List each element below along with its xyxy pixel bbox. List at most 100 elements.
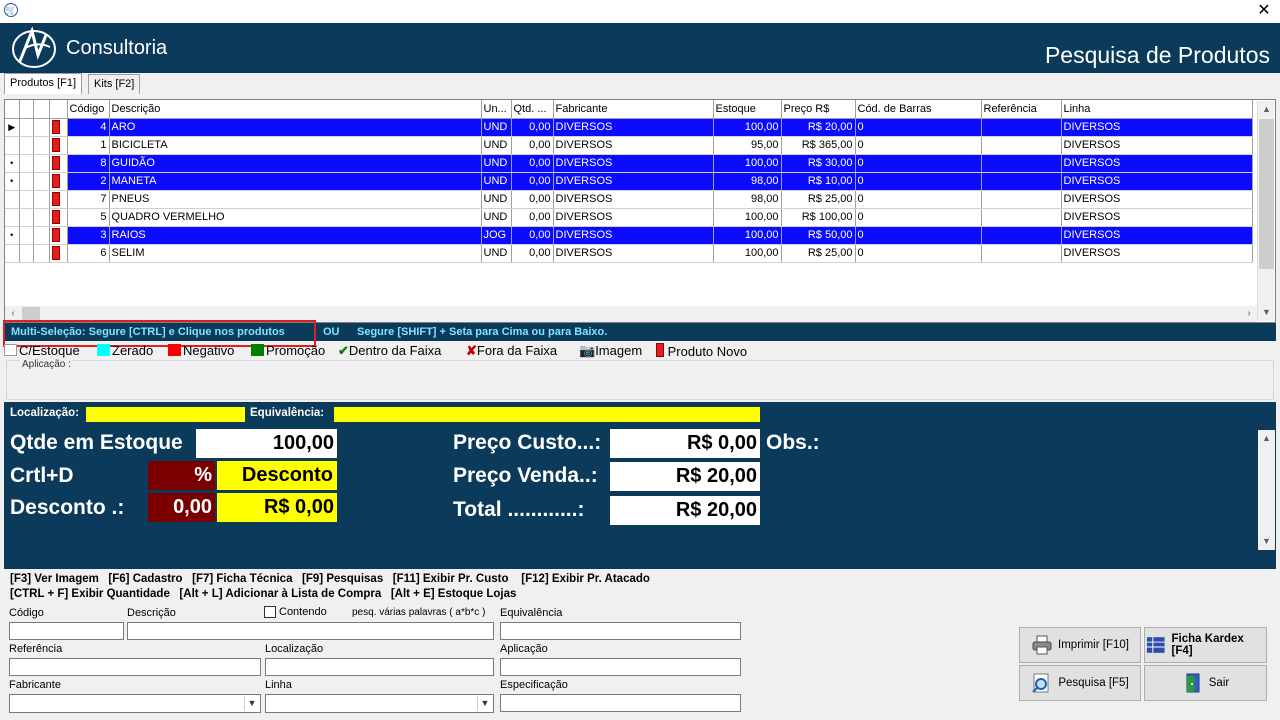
scroll-down-icon[interactable]: ▼ bbox=[1258, 533, 1275, 550]
scroll-right-icon[interactable]: › bbox=[1241, 306, 1257, 322]
especificacao-input[interactable] bbox=[500, 694, 741, 712]
cell-unidade: JOG bbox=[481, 226, 512, 245]
scroll-down-icon[interactable]: ▼ bbox=[1258, 304, 1275, 321]
referencia-input[interactable] bbox=[9, 658, 261, 676]
scroll-up-icon[interactable]: ▲ bbox=[1258, 101, 1275, 118]
localizacao-label: Localização: bbox=[10, 407, 80, 419]
referencia-label: Referência bbox=[9, 643, 63, 655]
linha-select[interactable]: ▼ bbox=[265, 694, 494, 713]
column-header-estoque[interactable]: Estoque bbox=[713, 100, 782, 119]
localizacao-input[interactable] bbox=[265, 658, 494, 676]
fabricante-select[interactable]: ▼ bbox=[9, 694, 261, 713]
descricao-input[interactable] bbox=[127, 622, 494, 640]
qtde-estoque-label: Qtde em Estoque bbox=[10, 431, 183, 454]
legend-item-negativo: Negativo bbox=[168, 342, 234, 359]
scroll-thumb[interactable] bbox=[22, 307, 40, 321]
header-flag bbox=[49, 100, 68, 119]
sair-button[interactable]: Sair bbox=[1144, 665, 1267, 701]
contendo-checkbox[interactable] bbox=[264, 606, 276, 618]
especificacao-label: Especificação bbox=[500, 679, 568, 691]
table-row[interactable]: • 2 MANETA UND 0,00 DIVERSOS 98,00 R$ 10,00 0 DIV… bbox=[5, 172, 1253, 191]
column-header-preco[interactable]: Preço R$ bbox=[781, 100, 856, 119]
table-row[interactable]: 7 PNEUS UND 0,00 DIVERSOS 98,00 R$ 25,00 0 DIVER… bbox=[5, 190, 1253, 209]
column-header-cod-barras[interactable]: Cód. de Barras bbox=[855, 100, 982, 119]
tag-icon bbox=[51, 227, 60, 242]
cell-linha: DIVERSOS bbox=[1061, 136, 1253, 155]
shortcuts-line-2: [CTRL + F] Exibir Quantidade [Alt + L] A… bbox=[10, 588, 517, 600]
grid-vertical-scrollbar[interactable]: ▲ ▼ bbox=[1257, 101, 1274, 321]
desconto-value[interactable]: 0,00 bbox=[148, 493, 215, 522]
cell-qtd: 0,00 bbox=[511, 190, 554, 209]
cell-qtd: 0,00 bbox=[511, 244, 554, 263]
cell-qtd: 0,00 bbox=[511, 136, 554, 155]
tab-produtos[interactable]: Produtos [F1] bbox=[4, 73, 83, 94]
cell-codigo: 8 bbox=[67, 154, 110, 173]
equivalencia-input[interactable] bbox=[500, 622, 741, 640]
scroll-up-icon[interactable]: ▲ bbox=[1258, 430, 1275, 447]
row-indicator[interactable] bbox=[5, 244, 20, 263]
row-indicator[interactable] bbox=[5, 136, 20, 155]
codigo-input[interactable] bbox=[9, 622, 124, 640]
cell-descricao: GUIDÃO bbox=[109, 154, 482, 173]
table-row[interactable]: • 8 GUIDÃO UND 0,00 DIVERSOS 100,00 R$ 30,00 0 DI… bbox=[5, 154, 1253, 173]
table-row[interactable]: ▶ 4 ARO UND 0,00 DIVERSOS 100,00 R$ 20,00 0 DIVER… bbox=[5, 118, 1253, 137]
aplicacao-input[interactable] bbox=[500, 658, 741, 676]
scroll-thumb[interactable] bbox=[1259, 119, 1274, 269]
cell-fabricante: DIVERSOS bbox=[553, 154, 714, 173]
cell-referencia bbox=[981, 190, 1062, 209]
cell-unidade: UND bbox=[481, 136, 512, 155]
legend-item-fora-faixa: ✘Fora da Faixa bbox=[466, 343, 558, 358]
row-indicator[interactable]: • bbox=[5, 172, 20, 191]
row-flag-cell bbox=[49, 172, 68, 191]
cell-linha: DIVERSOS bbox=[1061, 226, 1253, 245]
pesquisa-button[interactable]: Pesquisa [F5] bbox=[1019, 665, 1141, 701]
column-header-codigo[interactable]: Código bbox=[67, 100, 110, 119]
imprimir-button[interactable]: Imprimir [F10] bbox=[1019, 627, 1141, 663]
cell-codigo: 6 bbox=[67, 244, 110, 263]
close-button[interactable]: ✕ bbox=[1252, 0, 1276, 23]
cell-unidade: UND bbox=[481, 172, 512, 191]
obs-scrollbar[interactable]: ▲ ▼ bbox=[1258, 430, 1275, 550]
row-indicator[interactable]: ▶ bbox=[5, 118, 20, 137]
table-row[interactable]: 1 BICICLETA UND 0,00 DIVERSOS 95,00 R$ 365,00 0… bbox=[5, 136, 1253, 155]
cell-referencia bbox=[981, 154, 1062, 173]
column-header-descricao[interactable]: Descrição bbox=[109, 100, 482, 119]
cell-fabricante: DIVERSOS bbox=[553, 118, 714, 137]
discount-percent-button[interactable]: % bbox=[148, 461, 215, 490]
cell-qtd: 0,00 bbox=[511, 154, 554, 173]
aplicacao-filter-label: Aplicação bbox=[500, 643, 548, 655]
contendo-checkbox-wrap[interactable]: Contendo bbox=[264, 606, 327, 618]
row-blank-cell bbox=[19, 118, 34, 137]
row-blank-cell bbox=[33, 244, 50, 263]
cell-descricao: MANETA bbox=[109, 172, 482, 191]
products-grid[interactable]: Código Descrição Un... Qtd. ... Fabrican… bbox=[4, 99, 1276, 323]
preco-custo-value: R$ 0,00 bbox=[610, 429, 760, 458]
ficha-kardex-button[interactable]: Ficha Kardex [F4] bbox=[1144, 627, 1267, 663]
column-header-linha[interactable]: Linha bbox=[1061, 100, 1253, 119]
header-blank bbox=[33, 100, 50, 119]
column-header-fabricante[interactable]: Fabricante bbox=[553, 100, 714, 119]
row-blank-cell bbox=[33, 226, 50, 245]
chevron-down-icon[interactable]: ▼ bbox=[477, 696, 492, 711]
cell-cod-barras: 0 bbox=[855, 208, 982, 227]
row-blank-cell bbox=[19, 172, 34, 191]
table-row[interactable]: • 3 RAIOS JOG 0,00 DIVERSOS 100,00 R$ 50,00 0 DIV… bbox=[5, 226, 1253, 245]
table-row[interactable]: 5 QUADRO VERMELHO UND 0,00 DIVERSOS 100,00 R$ … bbox=[5, 208, 1253, 227]
column-header-qtd[interactable]: Qtd. ... bbox=[511, 100, 554, 119]
cell-estoque: 98,00 bbox=[713, 172, 782, 191]
row-indicator[interactable]: • bbox=[5, 226, 20, 245]
chevron-down-icon[interactable]: ▼ bbox=[244, 696, 259, 711]
row-indicator[interactable]: • bbox=[5, 154, 20, 173]
column-header-unidade[interactable]: Un... bbox=[481, 100, 512, 119]
cell-referencia bbox=[981, 226, 1062, 245]
row-indicator[interactable] bbox=[5, 208, 20, 227]
multi-selection-shift-hint: Segure [SHIFT] + Seta para Cima ou para … bbox=[357, 326, 608, 338]
cell-codigo: 1 bbox=[67, 136, 110, 155]
table-row[interactable]: 6 SELIM UND 0,00 DIVERSOS 100,00 R$ 25,00 0 DIVE… bbox=[5, 244, 1253, 263]
equivalencia-filter-label: Equivalência bbox=[500, 607, 563, 619]
column-header-referencia[interactable]: Referência bbox=[981, 100, 1062, 119]
tab-kits[interactable]: Kits [F2] bbox=[88, 74, 141, 94]
ctrl-d-label: Crtl+D bbox=[10, 464, 74, 487]
product-info-panel: Localização: Equivalência: Qtde em Estoq… bbox=[4, 402, 1276, 569]
row-indicator[interactable] bbox=[5, 190, 20, 209]
